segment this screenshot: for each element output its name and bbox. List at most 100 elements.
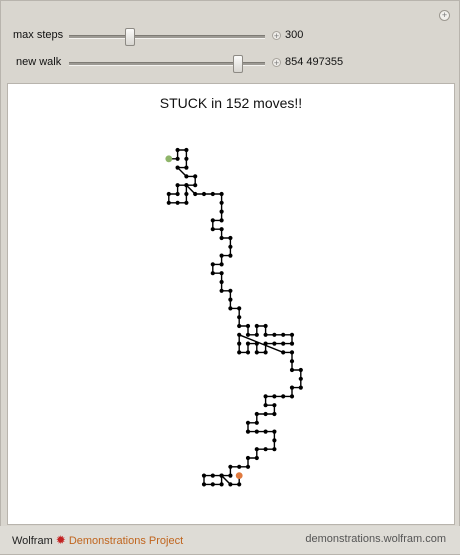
walk-point bbox=[228, 306, 233, 311]
walk-point bbox=[289, 385, 295, 390]
walk-point bbox=[245, 323, 251, 329]
walk-point bbox=[237, 323, 242, 329]
walk-point bbox=[272, 429, 277, 434]
walk-point bbox=[228, 288, 233, 293]
walk-point bbox=[210, 218, 215, 223]
walk-point bbox=[228, 235, 233, 241]
max-steps-slider[interactable] bbox=[69, 28, 265, 46]
demonstrations-project-label: Demonstrations Project bbox=[68, 535, 184, 547]
walk-point bbox=[219, 200, 224, 205]
walk-point bbox=[201, 482, 207, 487]
walk-point bbox=[219, 191, 224, 197]
walk-point bbox=[281, 332, 286, 337]
expand-controls-icon[interactable]: + bbox=[439, 10, 450, 21]
walk-point bbox=[263, 350, 268, 355]
walk-point bbox=[254, 411, 259, 417]
walk-point bbox=[254, 341, 259, 346]
walk-point bbox=[219, 473, 224, 478]
walk-point bbox=[245, 350, 251, 355]
walk-point bbox=[289, 350, 295, 355]
site-link[interactable]: demonstrations.wolfram.com bbox=[305, 533, 446, 545]
walk-point bbox=[175, 156, 180, 161]
walk-point bbox=[263, 341, 268, 346]
walk-point bbox=[272, 447, 277, 452]
walk-point bbox=[289, 341, 295, 346]
new-walk-plus-icon[interactable]: + bbox=[272, 58, 281, 68]
walk-point bbox=[245, 420, 251, 425]
walk-point bbox=[237, 464, 242, 469]
walk-point bbox=[281, 394, 286, 399]
walk-point bbox=[193, 191, 198, 197]
walk-point bbox=[254, 332, 259, 337]
walk-point bbox=[245, 332, 251, 337]
walk-point bbox=[201, 191, 207, 197]
wolfram-label: Wolfram bbox=[12, 535, 53, 547]
walk-path bbox=[168, 149, 302, 486]
walk-point bbox=[245, 455, 251, 461]
walk-point bbox=[228, 253, 233, 258]
wolfram-spikey-icon: ✹ bbox=[55, 533, 66, 547]
new-walk-label: new walk bbox=[16, 56, 62, 68]
walk-point bbox=[201, 473, 207, 478]
walk-point bbox=[281, 350, 286, 355]
walk-point bbox=[298, 385, 303, 390]
walk-point bbox=[210, 262, 215, 267]
walk-point bbox=[237, 350, 242, 355]
walk-start-point bbox=[165, 155, 173, 163]
walk-point bbox=[193, 183, 198, 188]
walk-point bbox=[219, 209, 224, 214]
walk-point bbox=[219, 253, 224, 258]
walk-point bbox=[166, 200, 171, 205]
max-steps-label: max steps bbox=[13, 29, 64, 41]
walk-point bbox=[219, 482, 224, 487]
walk-point bbox=[175, 165, 180, 170]
walk-point bbox=[254, 350, 259, 355]
walk-point bbox=[263, 429, 268, 434]
walk-point bbox=[254, 455, 259, 461]
walk-point bbox=[184, 147, 189, 153]
walk-point bbox=[184, 165, 189, 170]
walk-point bbox=[245, 341, 251, 346]
walk-point bbox=[281, 341, 286, 346]
max-steps-value: 300 bbox=[285, 29, 304, 41]
walk-point bbox=[175, 147, 180, 153]
walk-point bbox=[219, 262, 224, 267]
max-steps-plus-icon[interactable]: + bbox=[272, 31, 281, 41]
walk-point bbox=[210, 473, 215, 478]
walk-point bbox=[210, 227, 215, 232]
new-walk-slider-thumb[interactable] bbox=[233, 55, 243, 73]
walk-point bbox=[219, 279, 224, 285]
walk-point bbox=[175, 183, 180, 188]
walk-point bbox=[272, 411, 277, 417]
walk-point bbox=[263, 411, 268, 417]
walk-point bbox=[298, 376, 303, 381]
walk-point bbox=[254, 323, 259, 329]
walk-point bbox=[184, 174, 189, 179]
walk-point bbox=[254, 447, 259, 452]
walk-point bbox=[289, 332, 295, 337]
new-walk-value: 854 497355 bbox=[285, 56, 344, 68]
max-steps-slider-thumb[interactable] bbox=[125, 28, 135, 46]
footer-bar: Wolfram ✹ Demonstrations Project demonstra… bbox=[0, 526, 460, 554]
max-steps-control: max steps + 300 bbox=[1, 26, 441, 46]
new-walk-slider[interactable] bbox=[69, 55, 265, 73]
walk-point bbox=[228, 244, 233, 249]
self-avoiding-walk-plot bbox=[165, 147, 303, 487]
walk-point bbox=[219, 235, 224, 241]
walk-point bbox=[237, 315, 242, 320]
walk-point bbox=[193, 174, 198, 179]
walk-point bbox=[237, 482, 242, 487]
walk-point bbox=[272, 394, 277, 399]
walk-point bbox=[298, 367, 303, 373]
walk-point bbox=[219, 218, 224, 223]
walk-point bbox=[175, 191, 180, 197]
walk-point bbox=[219, 288, 224, 293]
walk-point bbox=[289, 359, 295, 364]
new-walk-control: new walk + 854 497355 bbox=[1, 53, 441, 73]
walk-point bbox=[175, 200, 180, 205]
walk-point bbox=[263, 332, 268, 337]
brand[interactable]: Wolfram ✹ Demonstrations Project bbox=[12, 533, 183, 547]
walk-point bbox=[237, 306, 242, 311]
walk-point bbox=[184, 183, 189, 188]
walk-point bbox=[272, 332, 277, 337]
